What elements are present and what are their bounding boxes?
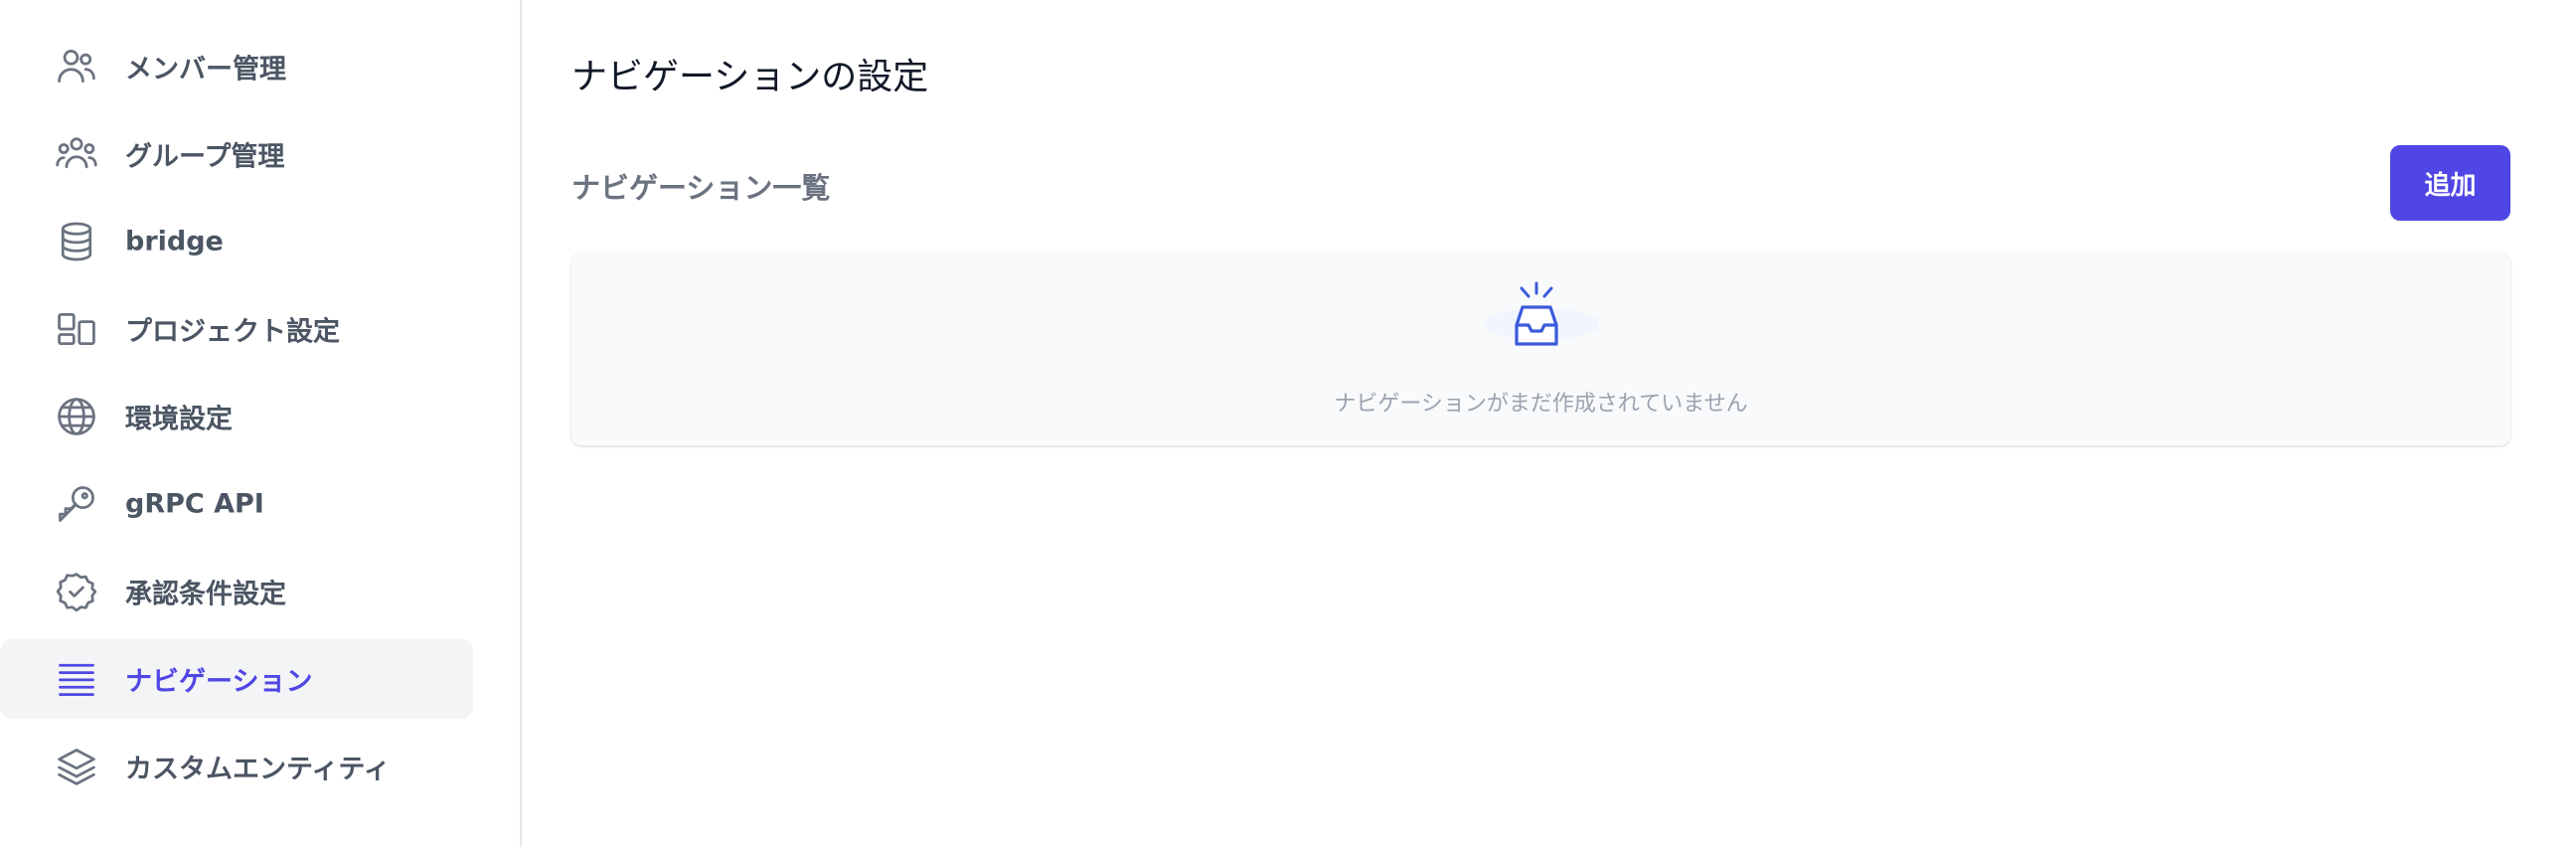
sidebar-item-members[interactable]: メンバー管理 xyxy=(0,27,473,106)
sidebar-item-label: メンバー管理 xyxy=(125,54,286,85)
sidebar-item-groups[interactable]: グループ管理 xyxy=(0,114,473,194)
sidebar-item-label: gRPC API xyxy=(125,488,264,520)
layout-icon xyxy=(55,307,98,351)
globe-icon xyxy=(55,395,98,438)
main-content: ナビゲーションの設定 ナビゲーション一覧 追加 ナビゲーションがまだ作成されてい… xyxy=(522,0,2576,847)
empty-state-card: ナビゲーションがまだ作成されていません xyxy=(571,253,2510,445)
menu-lines-icon xyxy=(55,657,98,701)
sidebar-item-label: 環境設定 xyxy=(125,404,233,435)
sidebar-item-project-settings[interactable]: プロジェクト設定 xyxy=(0,289,473,369)
database-icon xyxy=(55,220,98,263)
sidebar-item-label: プロジェクト設定 xyxy=(125,316,340,348)
app-root: メンバー管理 グループ管理 bridge プロジェクト設定 環境設定 gRPC … xyxy=(0,0,2576,847)
badge-check-icon xyxy=(55,570,98,613)
empty-state-message: ナビゲーションがまだ作成されていません xyxy=(1334,392,1748,417)
page-title: ナビゲーションの設定 xyxy=(571,57,929,97)
sidebar-item-bridge[interactable]: bridge xyxy=(0,202,473,281)
section-title: ナビゲーション一覧 xyxy=(571,171,831,205)
sidebar-item-label: グループ管理 xyxy=(125,141,285,173)
user-group-icon xyxy=(55,132,98,176)
users-icon xyxy=(55,45,98,88)
inbox-icon xyxy=(1482,280,1601,350)
sidebar-item-label: ナビゲーション xyxy=(125,666,313,698)
sidebar: メンバー管理 グループ管理 bridge プロジェクト設定 環境設定 gRPC … xyxy=(0,0,522,847)
key-icon xyxy=(55,482,98,526)
sidebar-item-label: 承認条件設定 xyxy=(125,579,286,610)
add-button[interactable]: 追加 xyxy=(2390,145,2510,221)
layers-icon xyxy=(55,745,98,788)
sidebar-item-approval-conditions[interactable]: 承認条件設定 xyxy=(0,552,473,631)
sidebar-item-label: bridge xyxy=(125,226,224,257)
sidebar-item-navigation[interactable]: ナビゲーション xyxy=(0,639,473,719)
sidebar-item-custom-entities[interactable]: カスタムエンティティ xyxy=(0,727,473,806)
sidebar-item-label: カスタムエンティティ xyxy=(125,754,391,785)
sidebar-item-grpc-api[interactable]: gRPC API xyxy=(0,464,473,544)
sidebar-item-environment[interactable]: 環境設定 xyxy=(0,377,473,456)
